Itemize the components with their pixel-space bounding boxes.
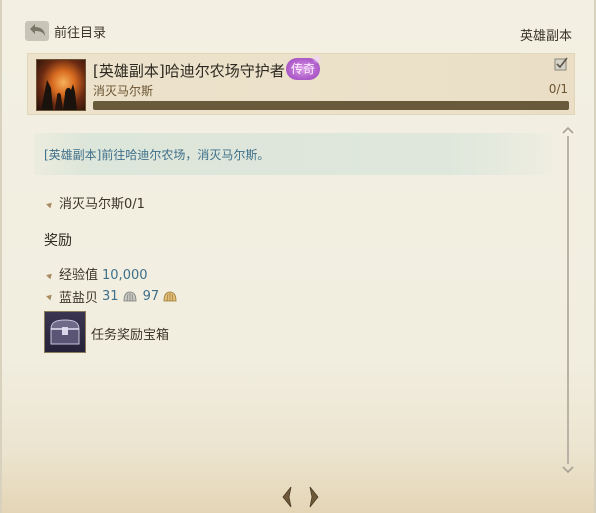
back-arrow-icon xyxy=(25,21,49,41)
back-to-directory-button[interactable]: 前往目录 xyxy=(24,20,106,42)
objective-label: 消灭马尔斯0/1 xyxy=(59,197,145,212)
quest-progress-count: 0/1 xyxy=(548,82,568,96)
objective-item: 消灭马尔斯0/1 xyxy=(46,193,145,212)
gold-shell-icon xyxy=(163,291,177,302)
bullet-icon xyxy=(46,292,54,301)
treasure-chest-icon xyxy=(50,319,80,345)
quest-progress-bar xyxy=(93,101,569,110)
next-page-icon[interactable] xyxy=(308,486,320,508)
badge-sparkle xyxy=(312,54,322,64)
reward-shells: 蓝盐贝 31 97 xyxy=(46,287,181,306)
silver-shell-icon xyxy=(123,291,136,302)
shell-silver-value: 31 xyxy=(102,289,119,304)
rewards-heading: 奖励 xyxy=(44,233,72,249)
quest-header[interactable]: [英雄副本]哈迪尔农场守护者 传奇 消灭马尔斯 0/1 xyxy=(27,53,575,115)
reward-item-label: 任务奖励宝箱 xyxy=(91,328,170,343)
reward-item-slot[interactable] xyxy=(44,311,86,353)
scrollbar-track[interactable] xyxy=(567,136,569,464)
exp-value: 10,000 xyxy=(102,268,148,283)
quest-category: 英雄副本 xyxy=(519,29,572,44)
quest-description: [英雄副本]前往哈迪尔农场，消灭马尔斯。 xyxy=(44,148,270,162)
quest-title: [英雄副本]哈迪尔农场守护者 xyxy=(93,62,285,80)
quest-portrait xyxy=(36,59,86,111)
checkbox-icon[interactable] xyxy=(554,57,568,71)
exp-label: 经验值 xyxy=(59,268,99,283)
shell-label: 蓝盐贝 xyxy=(59,291,99,306)
prev-page-icon[interactable] xyxy=(281,486,293,508)
bullet-icon xyxy=(46,271,54,280)
bullet-icon xyxy=(46,200,54,209)
scroll-down-icon[interactable] xyxy=(562,466,574,474)
scroll-up-icon[interactable] xyxy=(562,126,574,134)
quest-objective-summary: 消灭马尔斯 xyxy=(93,84,154,98)
shell-gold-value: 97 xyxy=(142,289,160,304)
reward-exp: 经验值 10,000 xyxy=(46,264,148,283)
back-label: 前往目录 xyxy=(54,25,107,41)
